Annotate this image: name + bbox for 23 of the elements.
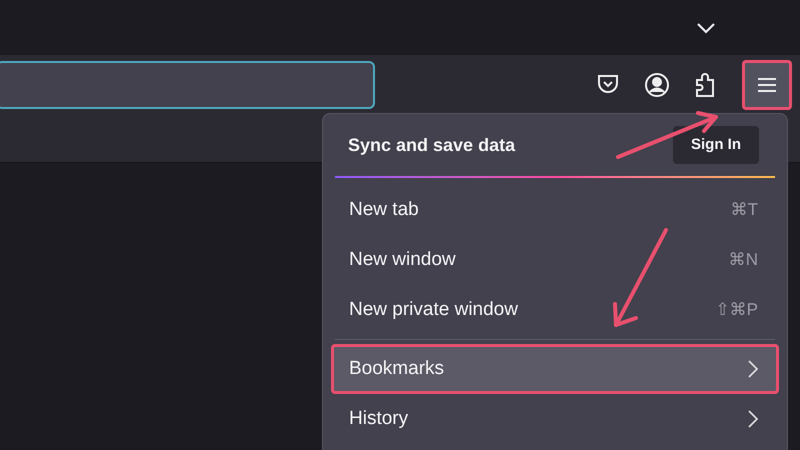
menu-button[interactable] xyxy=(742,60,792,110)
shortcut-label: ⌘T xyxy=(730,199,758,222)
chevron-right-icon xyxy=(748,360,758,378)
menu-item-label: History xyxy=(349,406,408,431)
menu-item[interactable]: New tab ⌘T xyxy=(331,185,779,235)
menu-item[interactable]: New window ⌘N xyxy=(331,235,779,285)
address-bar[interactable] xyxy=(0,61,375,109)
shortcut-label: ⇧⌘P xyxy=(716,299,758,322)
menu-item[interactable]: Bookmarks xyxy=(331,344,779,394)
menu-item-label: New window xyxy=(349,248,456,272)
account-icon[interactable] xyxy=(644,72,670,98)
shortcut-label: ⌘N xyxy=(728,249,758,272)
menu-item[interactable]: New private window ⇧⌘P xyxy=(331,285,779,335)
menu-icon xyxy=(757,77,777,93)
pocket-icon[interactable] xyxy=(596,74,620,96)
sign-in-button[interactable]: Sign In xyxy=(673,126,759,164)
menu-item-label: New private window xyxy=(349,298,518,322)
menu-item[interactable]: History xyxy=(331,394,779,444)
menu-item-label: Bookmarks xyxy=(349,356,444,381)
menu-header-title: Sync and save data xyxy=(348,134,516,157)
chevron-right-icon xyxy=(748,410,758,428)
chevron-down-icon[interactable] xyxy=(696,22,716,34)
menu-item-label: New tab xyxy=(349,198,419,222)
